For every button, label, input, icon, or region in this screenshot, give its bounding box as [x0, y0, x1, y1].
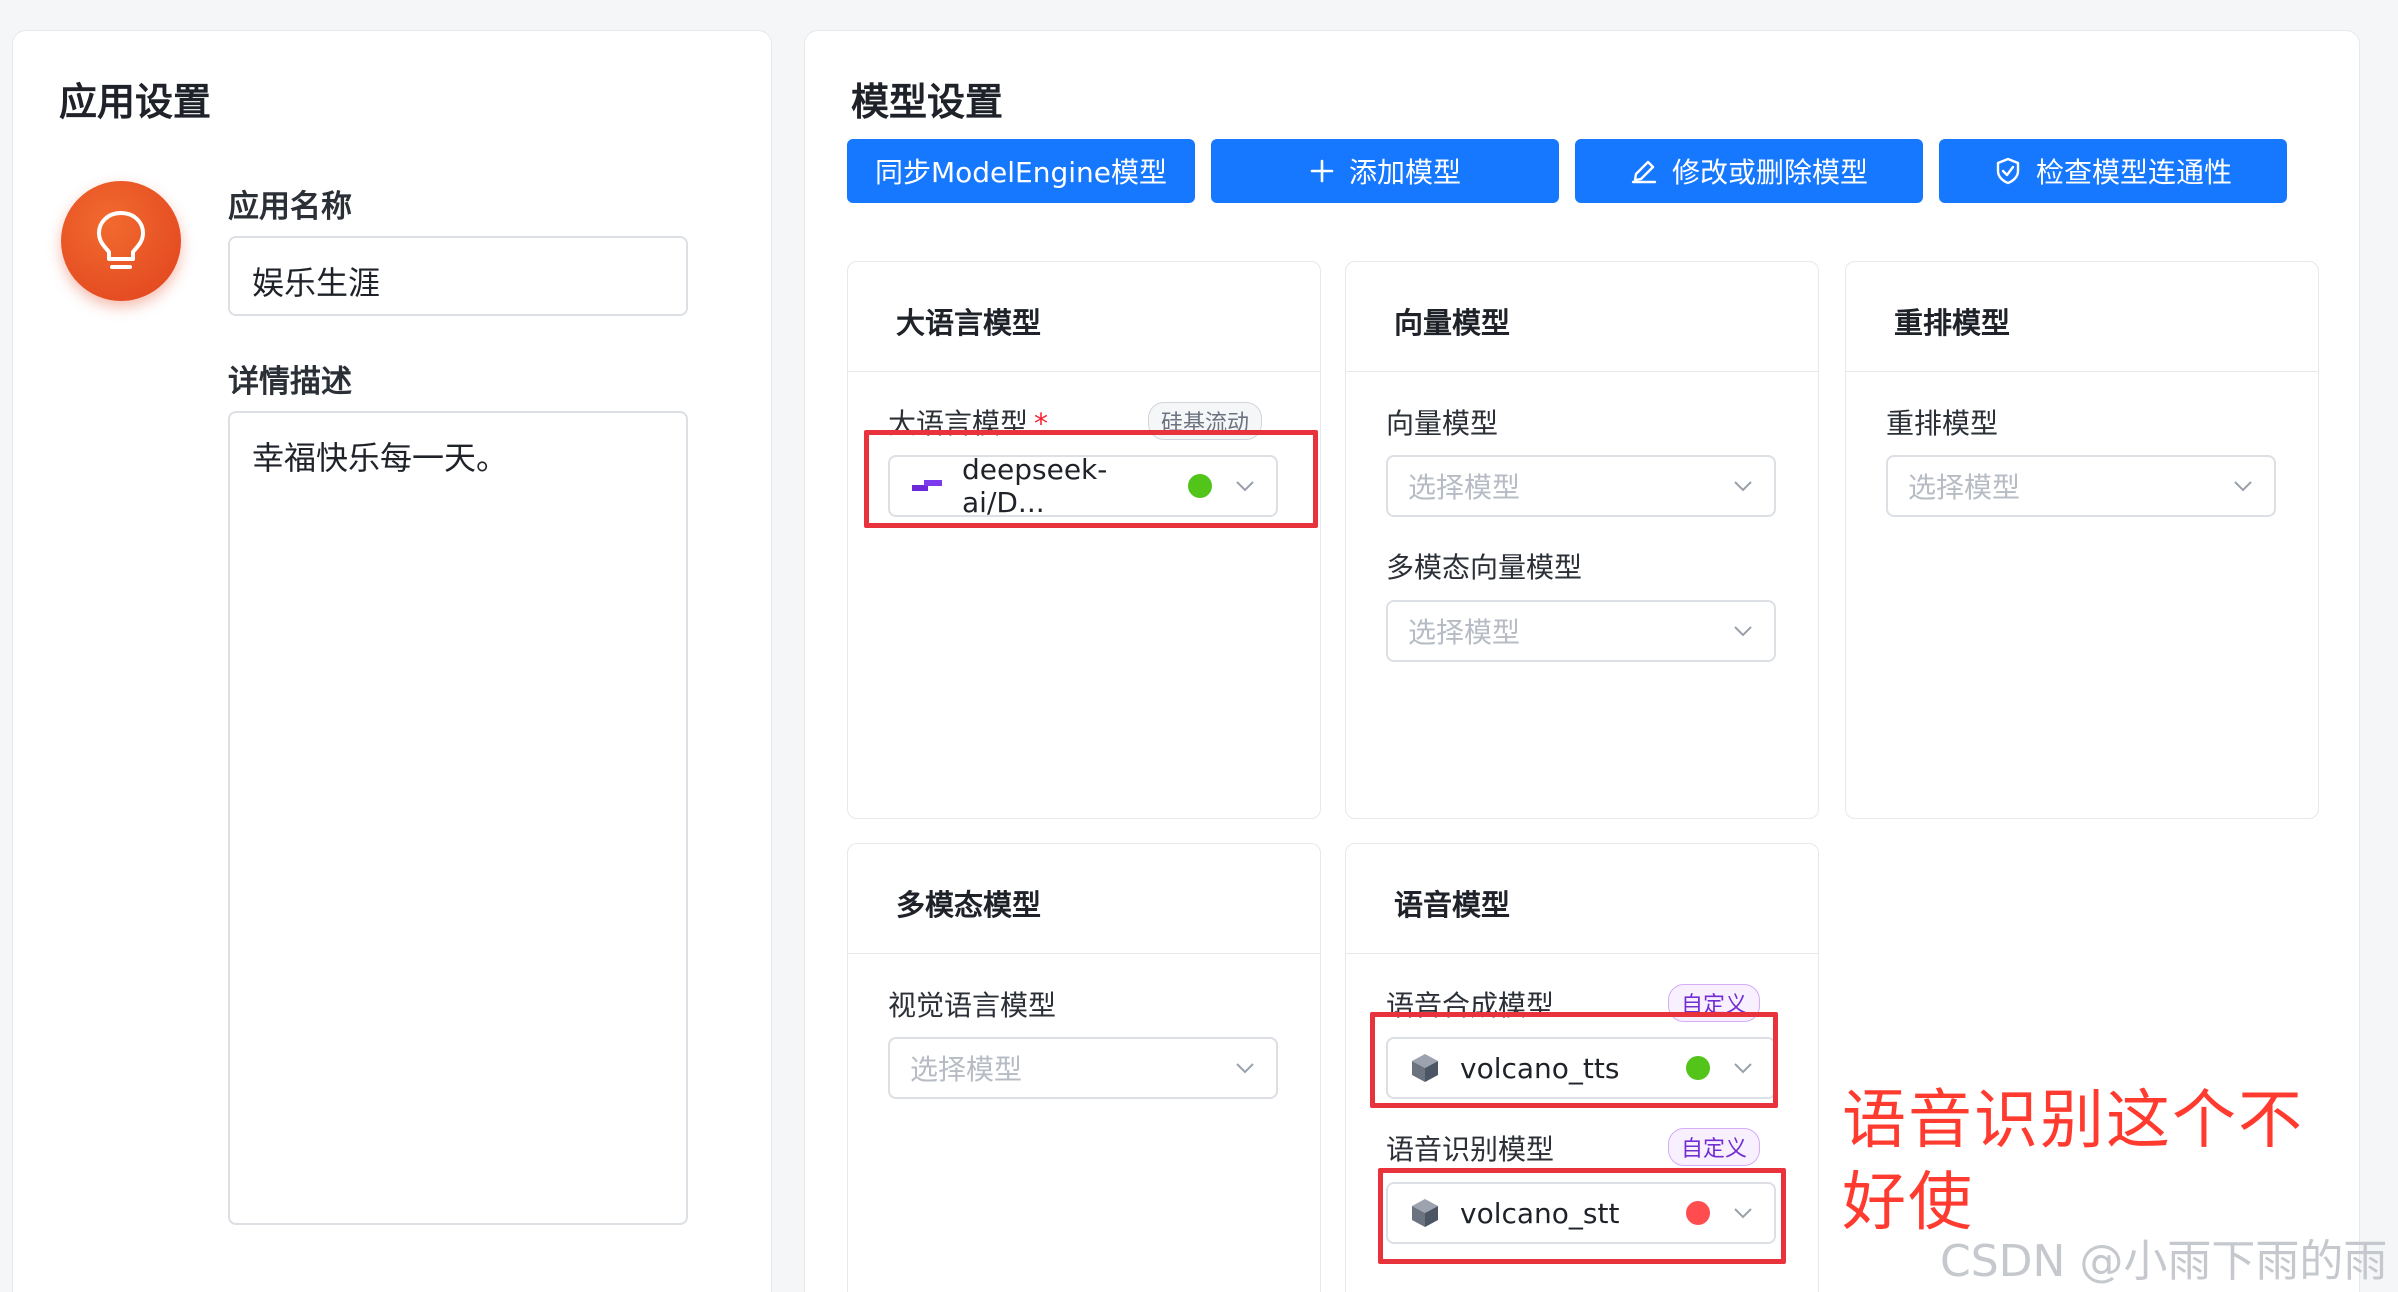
pencil-icon	[1631, 160, 1657, 184]
chevron-down-icon	[1734, 481, 1752, 492]
stt-field-label: 语音识别模型	[1386, 1133, 1555, 1166]
edit-model-label: 修改或删除模型	[1671, 156, 1868, 189]
check-connectivity-label: 检查模型连通性	[2035, 156, 2232, 189]
vision-language-model-select[interactable]: 选择模型	[888, 1037, 1278, 1099]
app-name-label: 应用名称	[228, 189, 352, 225]
check-connectivity-button[interactable]: 检查模型连通性	[1939, 139, 2287, 203]
multimodal-card: 多模态模型 视觉语言模型 选择模型	[847, 843, 1321, 1292]
chevron-down-icon	[2234, 481, 2252, 492]
llm-card-title: 大语言模型	[848, 262, 1320, 372]
multimodal-card-title: 多模态模型	[848, 844, 1320, 954]
shield-check-icon	[1996, 157, 2020, 185]
embedding-placeholder: 选择模型	[1408, 471, 1521, 504]
highlight-box-tts	[1370, 1012, 1778, 1108]
app-description-textarea[interactable]: 幸福快乐每一天。	[228, 411, 688, 1225]
lightbulb-icon	[97, 211, 145, 269]
vision-language-placeholder: 选择模型	[910, 1053, 1023, 1086]
stt-custom-tag: 自定义	[1668, 1128, 1761, 1166]
mm-embedding-model-select[interactable]: 选择模型	[1386, 600, 1776, 662]
app-settings-title: 应用设置	[59, 80, 212, 124]
mm-embedding-placeholder: 选择模型	[1408, 616, 1521, 649]
embedding-field-label: 向量模型	[1386, 407, 1499, 440]
sync-modelengine-button[interactable]: 同步ModelEngine模型	[847, 139, 1195, 203]
vision-language-field-label: 视觉语言模型	[888, 989, 1057, 1022]
rerank-model-select[interactable]: 选择模型	[1886, 455, 2276, 517]
annotation-text: 语音识别这个不好使	[1842, 1084, 2304, 1240]
add-model-label: 添加模型	[1348, 156, 1461, 189]
edit-delete-model-button[interactable]: 修改或删除模型	[1575, 139, 1923, 203]
watermark: CSDN @小雨下雨的雨	[1940, 1236, 2388, 1287]
app-settings-panel: 应用设置 应用名称 娱乐生涯 详情描述 幸福快乐每一天。	[12, 30, 772, 1292]
mm-embedding-field-label: 多模态向量模型	[1386, 551, 1583, 584]
rerank-card-title: 重排模型	[1846, 262, 2318, 372]
sync-button-label: 同步ModelEngine模型	[874, 156, 1168, 189]
highlight-box-llm	[864, 430, 1318, 528]
plus-icon	[1310, 159, 1334, 183]
embedding-card-title: 向量模型	[1346, 262, 1818, 372]
add-model-button[interactable]: 添加模型	[1211, 139, 1559, 203]
llm-card: 大语言模型 大语言模型 * 硅基流动 deepseek-ai/D...	[847, 261, 1321, 819]
app-description-label: 详情描述	[228, 364, 352, 400]
chevron-down-icon	[1734, 626, 1752, 637]
chevron-down-icon	[1236, 1063, 1254, 1074]
model-settings-title: 模型设置	[851, 80, 1004, 124]
embedding-model-select[interactable]: 选择模型	[1386, 455, 1776, 517]
rerank-card: 重排模型 重排模型 选择模型	[1845, 261, 2319, 819]
app-icon[interactable]	[61, 181, 181, 301]
highlight-box-stt	[1378, 1168, 1786, 1264]
embedding-card: 向量模型 向量模型 选择模型 多模态向量模型 选择模型	[1345, 261, 1819, 819]
app-name-input[interactable]: 娱乐生涯	[228, 236, 688, 316]
rerank-placeholder: 选择模型	[1908, 471, 2021, 504]
voice-card-title: 语音模型	[1346, 844, 1818, 954]
rerank-field-label: 重排模型	[1886, 407, 1999, 440]
